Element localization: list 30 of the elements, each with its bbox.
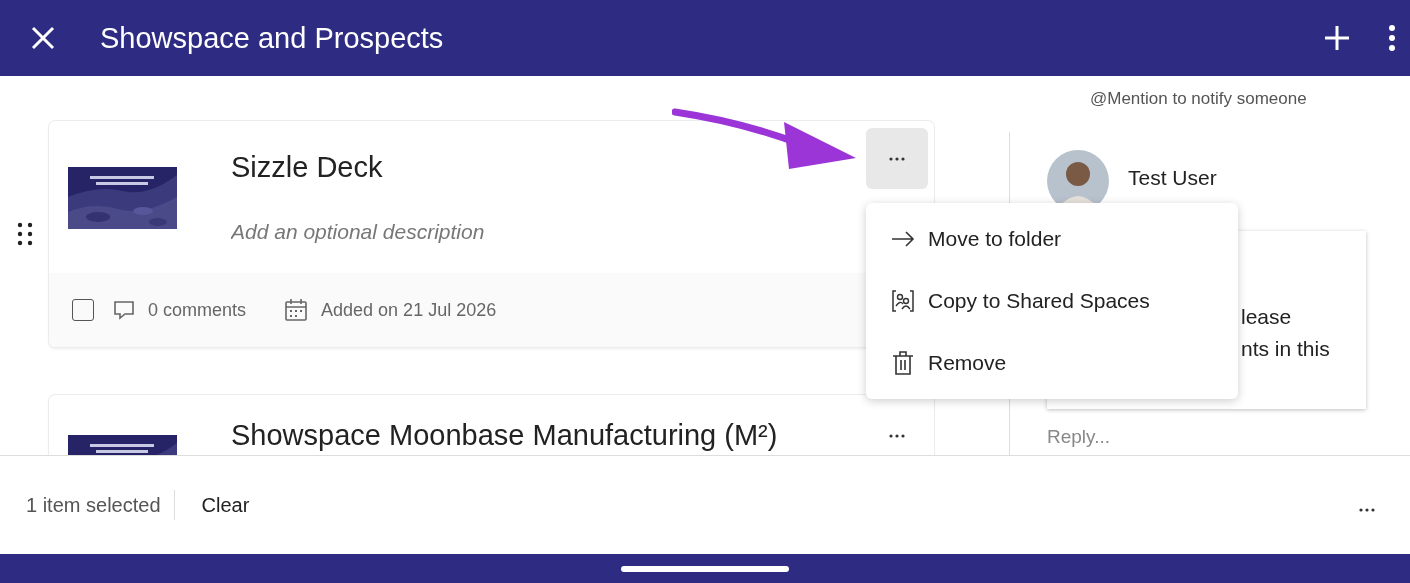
- calendar-icon: [284, 298, 309, 322]
- menu-item[interactable]: Remove: [866, 332, 1238, 394]
- add-button[interactable]: [1324, 25, 1350, 51]
- trash-icon: [892, 351, 914, 375]
- window-title: Showspace and Prospects: [100, 21, 445, 55]
- more-icon: [888, 433, 906, 438]
- avatar: [1047, 150, 1109, 206]
- reply-field[interactable]: Reply...: [1047, 426, 1247, 448]
- menu-item[interactable]: Copy to Shared Spaces: [866, 270, 1238, 332]
- drag-handle-icon[interactable]: [16, 222, 33, 246]
- more-icon: [888, 156, 906, 161]
- card-title: Sizzle Deck: [231, 153, 384, 182]
- comment-text: nts in this: [1241, 336, 1331, 362]
- comment-count: 0 comments: [148, 299, 247, 321]
- mention-hint: @Mention to notify someone: [1089, 88, 1308, 110]
- close-button[interactable]: [30, 25, 56, 51]
- people-icon: [891, 289, 915, 313]
- comment-icon: [113, 300, 135, 320]
- home-handle[interactable]: [621, 566, 789, 572]
- more-menu-button[interactable]: [1388, 25, 1396, 51]
- more-icon: [1358, 507, 1376, 512]
- menu-item[interactable]: Move to folder: [866, 208, 1238, 270]
- arrow-icon: [891, 231, 915, 247]
- user-name: Test User: [1128, 166, 1217, 190]
- added-date: Added on 21 Jul 2026: [321, 299, 497, 321]
- card-title: Showspace Moonbase Manufacturing (M²): [231, 421, 779, 450]
- selection-count: 1 item selected: [26, 490, 175, 520]
- comment-text: lease: [1241, 304, 1293, 330]
- checkbox[interactable]: [72, 299, 94, 321]
- clear-button[interactable]: Clear: [189, 487, 262, 523]
